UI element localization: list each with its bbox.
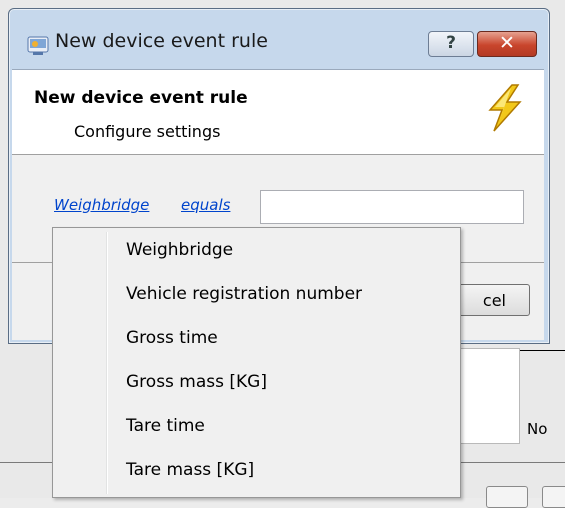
menu-item-vehicle-registration-number[interactable]: Vehicle registration number xyxy=(56,276,457,316)
menu-item-label: Tare time xyxy=(126,416,205,436)
background-partial-label: No xyxy=(527,420,548,438)
background-button[interactable] xyxy=(542,486,565,508)
header-subtitle: Configure settings xyxy=(74,122,221,141)
window-title: New device event rule xyxy=(55,30,268,52)
lightning-bolt-icon xyxy=(488,84,522,132)
header-title: New device event rule xyxy=(34,88,248,108)
help-button[interactable]: ? xyxy=(428,31,474,57)
field-selector-link[interactable]: Weighbridge xyxy=(54,196,149,214)
background-button[interactable] xyxy=(486,486,528,508)
title-bar[interactable]: New device event rule ? ✕ xyxy=(9,9,549,67)
dialog-header: New device event rule Configure settings xyxy=(12,70,544,155)
menu-item-tare-time[interactable]: Tare time xyxy=(56,408,457,448)
field-dropdown-menu: Weighbridge Vehicle registration number … xyxy=(52,227,461,498)
operator-selector-link[interactable]: equals xyxy=(181,196,230,214)
condition-value-input[interactable] xyxy=(260,190,524,224)
menu-item-gross-mass[interactable]: Gross mass [KG] xyxy=(56,364,457,404)
menu-item-label: Vehicle registration number xyxy=(126,284,363,304)
close-icon: ✕ xyxy=(499,32,515,54)
cancel-button-label: cel xyxy=(482,291,506,310)
device-rule-icon xyxy=(27,36,49,55)
menu-item-label: Gross time xyxy=(126,328,218,348)
menu-item-tare-mass[interactable]: Tare mass [KG] xyxy=(56,452,457,492)
help-icon: ? xyxy=(446,33,456,53)
menu-item-label: Weighbridge xyxy=(126,240,234,260)
menu-item-weighbridge[interactable]: Weighbridge xyxy=(56,232,457,272)
menu-item-gross-time[interactable]: Gross time xyxy=(56,320,457,360)
close-button[interactable]: ✕ xyxy=(477,31,537,57)
menu-item-label: Tare mass [KG] xyxy=(126,460,255,480)
menu-item-label: Gross mass [KG] xyxy=(126,372,267,392)
